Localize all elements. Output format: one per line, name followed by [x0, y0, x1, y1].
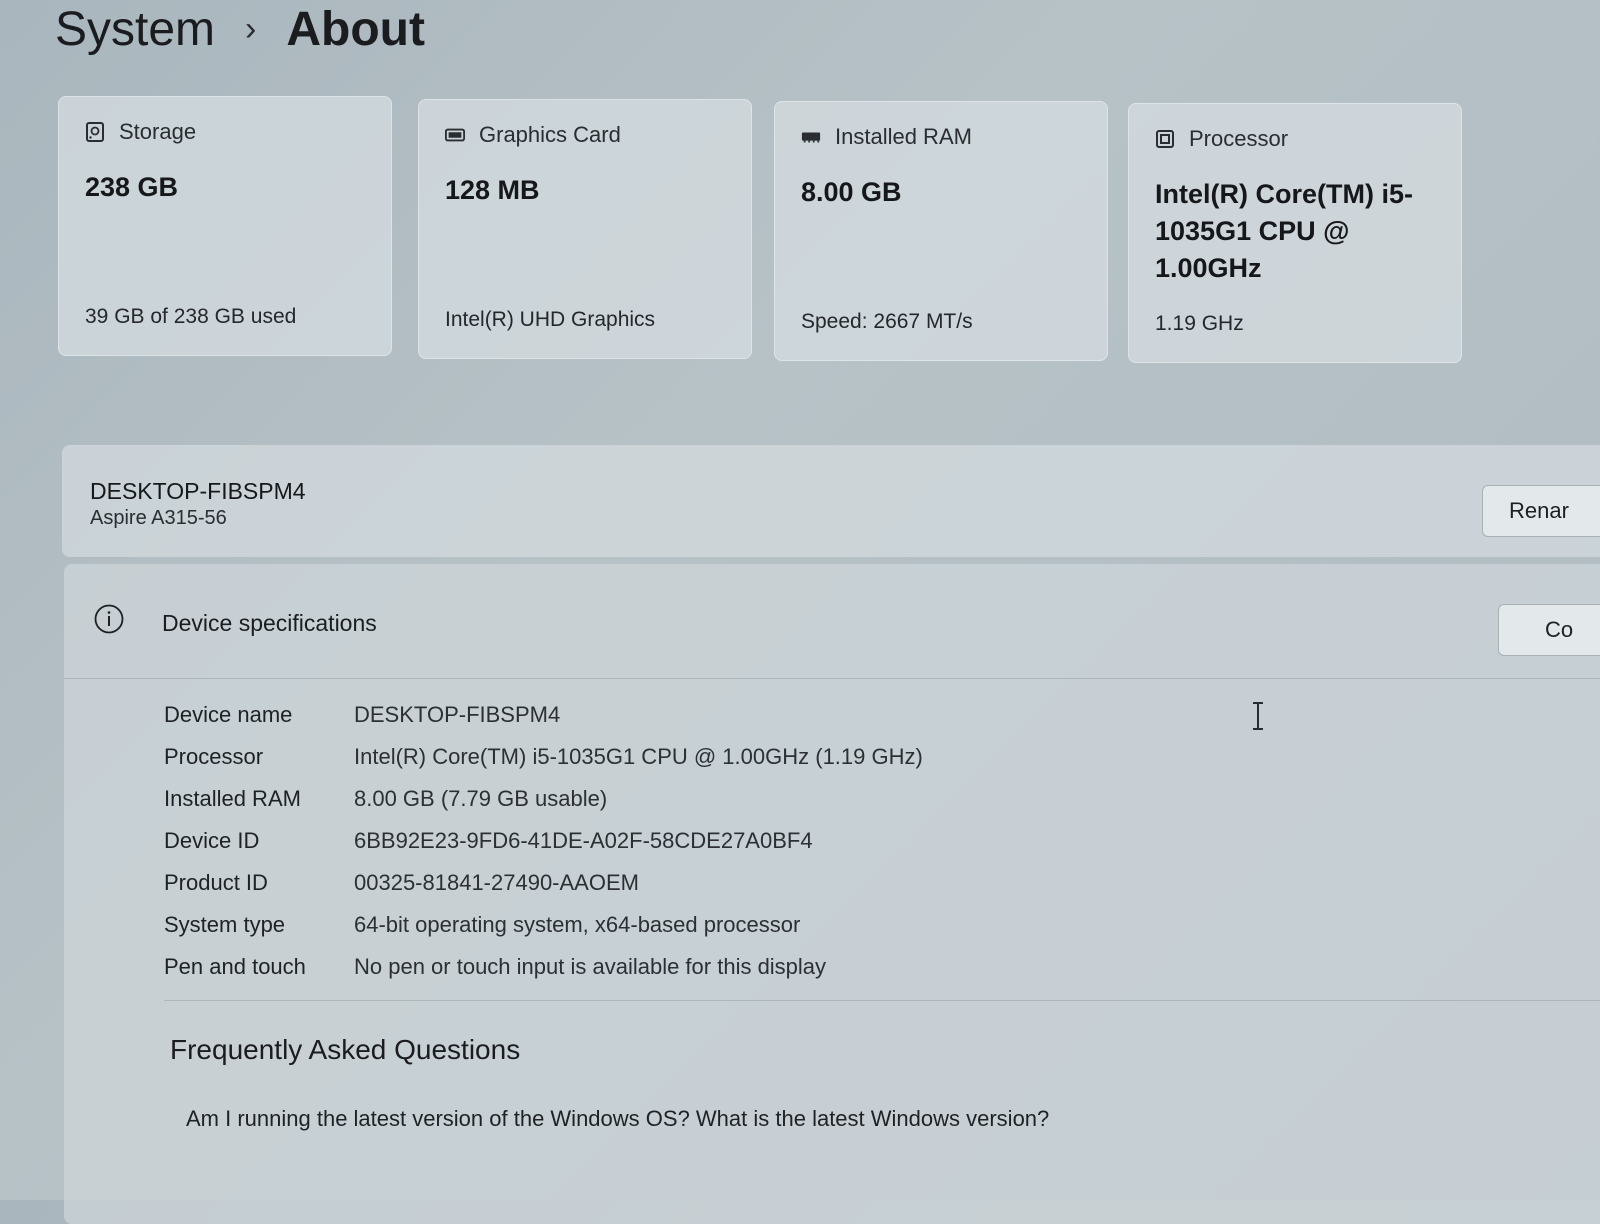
processor-title: Processor — [1189, 126, 1289, 151]
storage-value: 238 GB — [85, 172, 179, 202]
processor-card[interactable]: Processor Intel(R) Core(TM) i5-1035G1 CP… — [1128, 103, 1462, 363]
text-cursor-icon — [1252, 702, 1264, 730]
device-specifications-panel: Device specifications Co Device name DES… — [64, 564, 1600, 1224]
faq-title: Frequently Asked Questions — [170, 1034, 521, 1065]
ram-icon — [801, 129, 821, 145]
spec-value: 6BB92E23-9FD6-41DE-A02F-58CDE27A0BF4 — [354, 828, 813, 853]
breadcrumb-separator: › — [245, 10, 257, 48]
spec-row-device-name: Device name DESKTOP-FIBSPM4 — [164, 694, 923, 736]
spec-rows: Device name DESKTOP-FIBSPM4 Processor In… — [164, 694, 923, 988]
storage-icon — [85, 122, 105, 142]
graphics-card-card[interactable]: Graphics Card 128 MB Intel(R) UHD Graphi… — [418, 99, 752, 359]
device-name-panel: DESKTOP-FIBSPM4 Aspire A315-56 Renar — [62, 445, 1600, 557]
spec-value: DESKTOP-FIBSPM4 — [354, 702, 561, 727]
ram-sub: Speed: 2667 MT/s — [801, 310, 973, 333]
processor-value: Intel(R) Core(TM) i5-1035G1 CPU @ 1.00GH… — [1155, 179, 1413, 283]
spec-value: 8.00 GB (7.79 GB usable) — [354, 786, 608, 811]
device-specifications-title: Device specifications — [162, 610, 377, 636]
device-model: Aspire A315-56 — [90, 507, 227, 529]
storage-sub: 39 GB of 238 GB used — [85, 305, 297, 328]
ram-value: 8.00 GB — [801, 177, 902, 207]
graphics-card-icon — [445, 127, 465, 143]
graphics-card-value: 128 MB — [445, 175, 540, 205]
spec-label: Processor — [164, 744, 264, 769]
spec-row-device-id: Device ID 6BB92E23-9FD6-41DE-A02F-58CDE2… — [164, 820, 923, 862]
rename-button[interactable]: Renar — [1482, 485, 1600, 537]
spec-row-system-type: System type 64-bit operating system, x64… — [164, 904, 923, 946]
spec-label: Pen and touch — [164, 954, 306, 979]
processor-sub: 1.19 GHz — [1155, 312, 1244, 335]
spec-value: Intel(R) Core(TM) i5-1035G1 CPU @ 1.00GH… — [354, 744, 923, 769]
ram-title: Installed RAM — [835, 124, 972, 149]
spec-label: Product ID — [164, 870, 268, 895]
spec-value: No pen or touch input is available for t… — [354, 954, 827, 979]
spec-row-product-id: Product ID 00325-81841-27490-AAOEM — [164, 862, 923, 904]
graphics-card-sub: Intel(R) UHD Graphics — [445, 308, 656, 331]
breadcrumb-system[interactable]: System — [55, 2, 215, 57]
info-icon — [94, 604, 124, 634]
faq-question-link[interactable]: Am I running the latest version of the W… — [186, 1106, 1049, 1132]
ram-card[interactable]: Installed RAM 8.00 GB Speed: 2667 MT/s — [774, 101, 1108, 361]
page-title: About — [286, 3, 425, 56]
device-specifications-header[interactable]: Device specifications Co — [64, 564, 1600, 679]
spec-row-processor: Processor Intel(R) Core(TM) i5-1035G1 CP… — [164, 736, 923, 778]
spec-value: 64-bit operating system, x64-based proce… — [354, 912, 801, 937]
storage-card[interactable]: Storage 238 GB 39 GB of 238 GB used — [58, 96, 392, 356]
spec-row-pen-and-touch: Pen and touch No pen or touch input is a… — [164, 946, 923, 988]
storage-title: Storage — [119, 119, 197, 144]
graphics-card-title: Graphics Card — [479, 122, 621, 147]
copy-button[interactable]: Co — [1498, 604, 1600, 656]
section-divider — [164, 1000, 1600, 1001]
spec-label: Installed RAM — [164, 786, 301, 811]
spec-label: Device name — [164, 702, 293, 727]
spec-value: 00325-81841-27490-AAOEM — [354, 870, 639, 895]
spec-label: System type — [164, 912, 286, 937]
processor-icon — [1155, 130, 1175, 148]
spec-row-installed-ram: Installed RAM 8.00 GB (7.79 GB usable) — [164, 778, 923, 820]
spec-label: Device ID — [164, 828, 260, 853]
device-name: DESKTOP-FIBSPM4 — [90, 478, 306, 504]
breadcrumb: System › About — [55, 2, 425, 57]
